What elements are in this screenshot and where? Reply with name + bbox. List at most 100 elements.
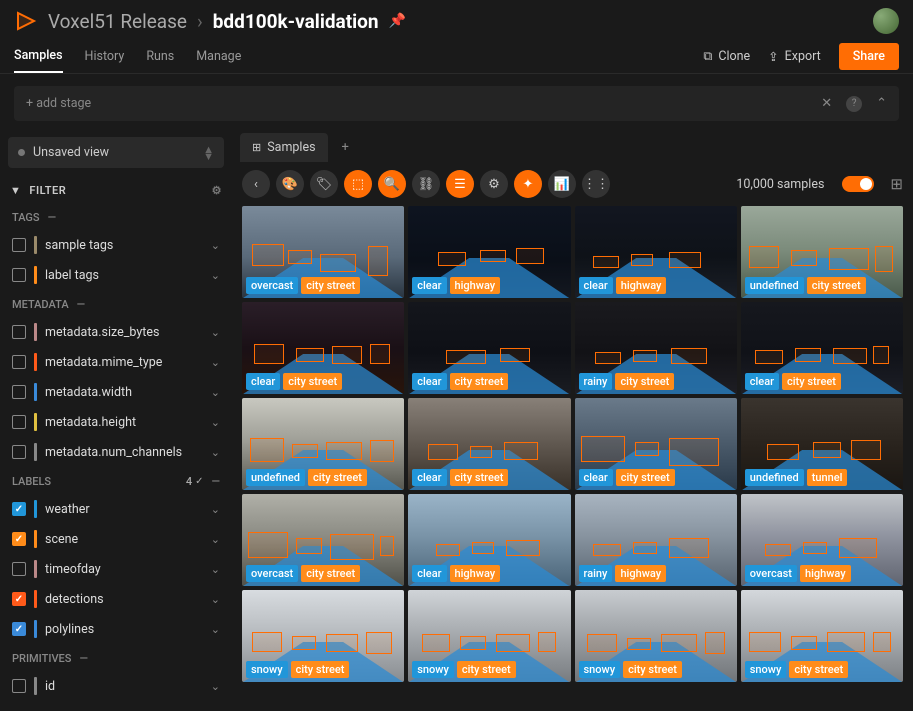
grid-view-icon[interactable]: ⊞ — [890, 175, 903, 193]
sample-thumbnail[interactable]: clearcity street — [408, 398, 570, 490]
checkbox[interactable] — [12, 355, 26, 369]
back-button[interactable]: ‹ — [242, 170, 270, 198]
sample-thumbnail[interactable]: snowycity street — [242, 590, 404, 682]
filter-metadata-mime-type[interactable]: metadata.mime_type⌄ — [8, 347, 224, 377]
checkbox[interactable] — [12, 622, 26, 636]
sample-thumbnail[interactable]: snowycity street — [408, 590, 570, 682]
sample-thumbnail[interactable]: clearhighway — [408, 206, 570, 298]
ai-icon[interactable]: ✦ — [514, 170, 542, 198]
share-button[interactable]: Share — [839, 43, 899, 70]
chevron-down-icon[interactable]: ⌄ — [211, 269, 220, 282]
list-icon[interactable]: ☰ — [446, 170, 474, 198]
filter-label-tags[interactable]: label tags⌄ — [8, 260, 224, 290]
chevron-down-icon[interactable]: ⌄ — [211, 533, 220, 546]
close-icon[interactable]: ✕ — [821, 96, 832, 111]
person-icon[interactable]: ⛓ — [412, 170, 440, 198]
chevron-down-icon[interactable]: ⌄ — [211, 680, 220, 693]
chevron-down-icon[interactable]: ⌄ — [211, 563, 220, 576]
select-icon[interactable]: ⬚ — [344, 170, 372, 198]
checkbox[interactable] — [12, 532, 26, 546]
clone-button[interactable]: ⧉ Clone — [703, 49, 750, 64]
add-tab-button[interactable]: + — [332, 134, 359, 161]
checkbox[interactable] — [12, 592, 26, 606]
chevron-down-icon[interactable]: ⌄ — [211, 446, 220, 459]
avatar[interactable] — [873, 8, 899, 34]
sample-thumbnail[interactable]: undefinedcity street — [741, 206, 903, 298]
settings-icon[interactable]: ⚙ — [480, 170, 508, 198]
sample-thumbnail[interactable]: rainycity street — [575, 302, 737, 394]
sample-thumbnail[interactable]: overcastcity street — [242, 206, 404, 298]
checkbox[interactable] — [12, 385, 26, 399]
checkbox[interactable] — [12, 238, 26, 252]
detection-box — [765, 544, 791, 556]
chart-icon[interactable]: 📊 — [548, 170, 576, 198]
sample-thumbnail[interactable]: snowycity street — [741, 590, 903, 682]
detection-box — [292, 636, 316, 650]
chevron-down-icon[interactable]: ⌄ — [211, 386, 220, 399]
filter-metadata-num-channels[interactable]: metadata.num_channels⌄ — [8, 437, 224, 467]
chevron-down-icon[interactable]: ⌄ — [211, 356, 220, 369]
tab-history[interactable]: History — [85, 41, 125, 72]
section-primitives[interactable]: PRIMITIVES— — [8, 644, 224, 671]
section-labels[interactable]: LABELS4 ✓— — [8, 467, 224, 494]
filter-scene[interactable]: scene⌄ — [8, 524, 224, 554]
section-metadata[interactable]: METADATA— — [8, 290, 224, 317]
filter-polylines[interactable]: polylines⌄ — [8, 614, 224, 644]
sample-thumbnail[interactable]: clearhighway — [408, 494, 570, 586]
tab-manage[interactable]: Manage — [196, 41, 241, 72]
tag-icon[interactable]: 🏷 — [310, 170, 338, 198]
pin-icon[interactable]: 📌 — [389, 13, 406, 29]
checkbox[interactable] — [12, 562, 26, 576]
sample-thumbnail[interactable]: overcastcity street — [242, 494, 404, 586]
checkbox[interactable] — [12, 325, 26, 339]
sample-tags: snowycity street — [412, 661, 515, 678]
color-bar — [34, 500, 37, 518]
filter-sample-tags[interactable]: sample tags⌄ — [8, 230, 224, 260]
add-stage-button[interactable]: + add stage — [14, 86, 103, 121]
help-icon[interactable]: ? — [846, 96, 862, 112]
overlay-toggle[interactable] — [842, 176, 874, 192]
sample-thumbnail[interactable]: undefinedtunnel — [741, 398, 903, 490]
filter-detections[interactable]: detections⌄ — [8, 584, 224, 614]
palette-icon[interactable]: 🎨 — [276, 170, 304, 198]
grid-icon: ⊞ — [252, 141, 261, 154]
sample-thumbnail[interactable]: clearhighway — [575, 206, 737, 298]
chevron-down-icon[interactable]: ⌄ — [211, 593, 220, 606]
sample-thumbnail[interactable]: clearcity street — [741, 302, 903, 394]
filter-id[interactable]: id⌄ — [8, 671, 224, 701]
chevron-down-icon[interactable]: ⌄ — [211, 239, 220, 252]
search-icon[interactable]: 🔍 — [378, 170, 406, 198]
content-tab-samples[interactable]: ⊞ Samples — [240, 133, 328, 162]
tab-runs[interactable]: Runs — [146, 41, 174, 72]
filter-metadata-height[interactable]: metadata.height⌄ — [8, 407, 224, 437]
filter-timeofday[interactable]: timeofday⌄ — [8, 554, 224, 584]
chevron-down-icon[interactable]: ⌄ — [211, 623, 220, 636]
sample-thumbnail[interactable]: clearcity street — [408, 302, 570, 394]
cluster-icon[interactable]: ⋮⋮ — [582, 170, 610, 198]
sample-thumbnail[interactable]: clearcity street — [575, 398, 737, 490]
section-tags[interactable]: TAGS— — [8, 203, 224, 230]
checkbox[interactable] — [12, 415, 26, 429]
chevron-down-icon[interactable]: ⌄ — [211, 503, 220, 516]
sample-thumbnail[interactable]: snowycity street — [575, 590, 737, 682]
checkbox[interactable] — [12, 679, 26, 693]
checkbox[interactable] — [12, 502, 26, 516]
filter-metadata-width[interactable]: metadata.width⌄ — [8, 377, 224, 407]
export-button[interactable]: ⇪ Export — [768, 49, 821, 65]
view-select[interactable]: Unsaved view ▲▼ — [8, 137, 224, 168]
checkbox[interactable] — [12, 268, 26, 282]
sample-thumbnail[interactable]: rainyhighway — [575, 494, 737, 586]
checkbox[interactable] — [12, 445, 26, 459]
chevron-down-icon[interactable]: ⌄ — [211, 326, 220, 339]
filter-metadata-size-bytes[interactable]: metadata.size_bytes⌄ — [8, 317, 224, 347]
sample-thumbnail[interactable]: undefinedcity street — [242, 398, 404, 490]
sample-thumbnail[interactable]: clearcity street — [242, 302, 404, 394]
chevron-up-icon[interactable]: ⌃ — [876, 96, 887, 111]
chevron-down-icon[interactable]: ⌄ — [211, 416, 220, 429]
filter-weather[interactable]: weather⌄ — [8, 494, 224, 524]
dataset-name[interactable]: bdd100k-validation — [213, 10, 379, 33]
sample-thumbnail[interactable]: overcasthighway — [741, 494, 903, 586]
release-name[interactable]: Voxel51 Release — [48, 10, 187, 33]
tab-samples[interactable]: Samples — [14, 40, 63, 73]
gear-icon[interactable]: ⚙ — [212, 184, 222, 197]
